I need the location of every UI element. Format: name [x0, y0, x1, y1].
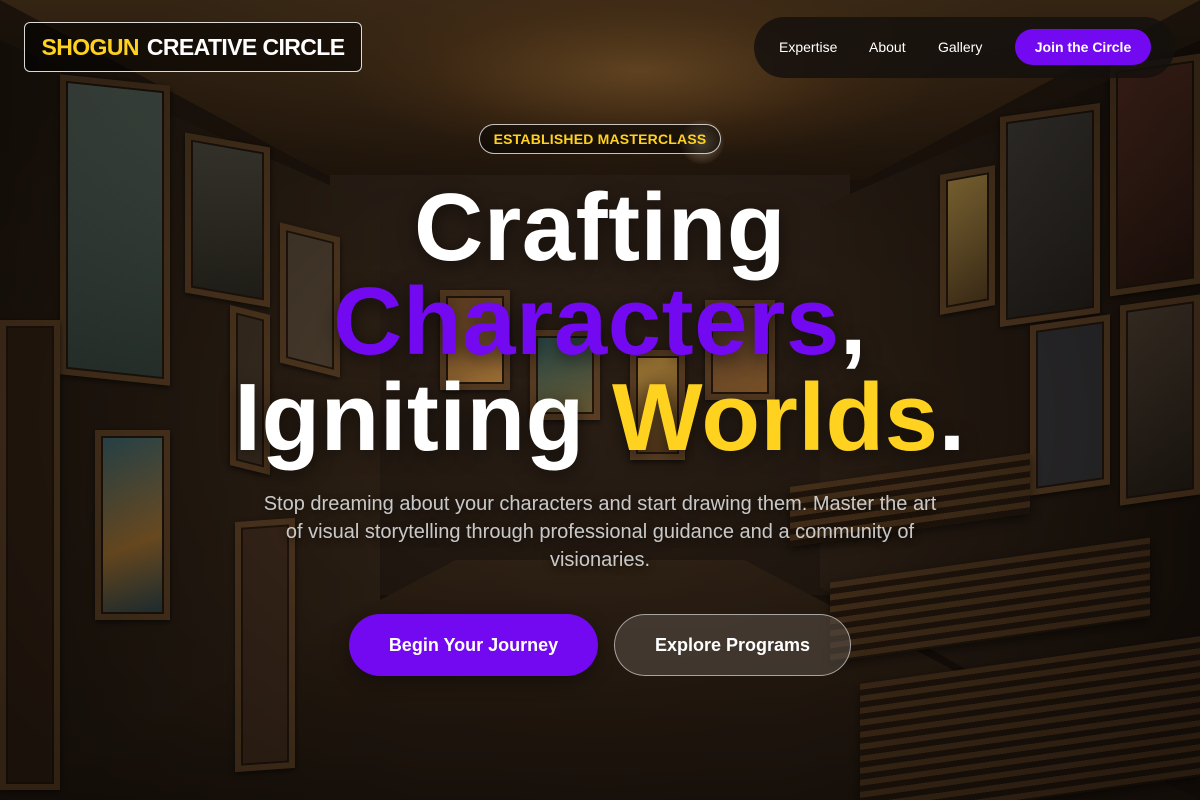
headline-worlds-word: Worlds [611, 364, 939, 471]
nav-link-about[interactable]: About [869, 39, 906, 55]
hero-subtitle: Stop dreaming about your characters and … [263, 493, 937, 571]
hero-headline-line-3: Igniting Worlds. [0, 370, 1200, 466]
headline-igniting-word: Igniting [234, 364, 585, 471]
headline-period: . [938, 364, 966, 471]
headline-comma: , [839, 268, 867, 375]
main-nav: Expertise About Gallery Join the Circle [754, 17, 1175, 78]
hero-headline-line-2: Characters, [0, 274, 1200, 370]
nav-link-expertise[interactable]: Expertise [779, 39, 837, 55]
brand-name-text: CREATIVE CIRCLE [146, 33, 345, 60]
join-circle-button[interactable]: Join the Circle [1015, 29, 1151, 65]
headline-characters-word: Characters [333, 268, 840, 375]
brand-accent-text: SHOGUN [41, 33, 140, 60]
begin-journey-button[interactable]: Begin Your Journey [349, 614, 598, 676]
nav-link-gallery[interactable]: Gallery [938, 39, 982, 55]
hero-headline-line-1: Crafting [414, 174, 786, 281]
brand-logo[interactable]: SHOGUN CREATIVE CIRCLE [24, 22, 362, 72]
established-badge: ESTABLISHED MASTERCLASS [479, 124, 721, 154]
explore-programs-button[interactable]: Explore Programs [614, 614, 851, 676]
